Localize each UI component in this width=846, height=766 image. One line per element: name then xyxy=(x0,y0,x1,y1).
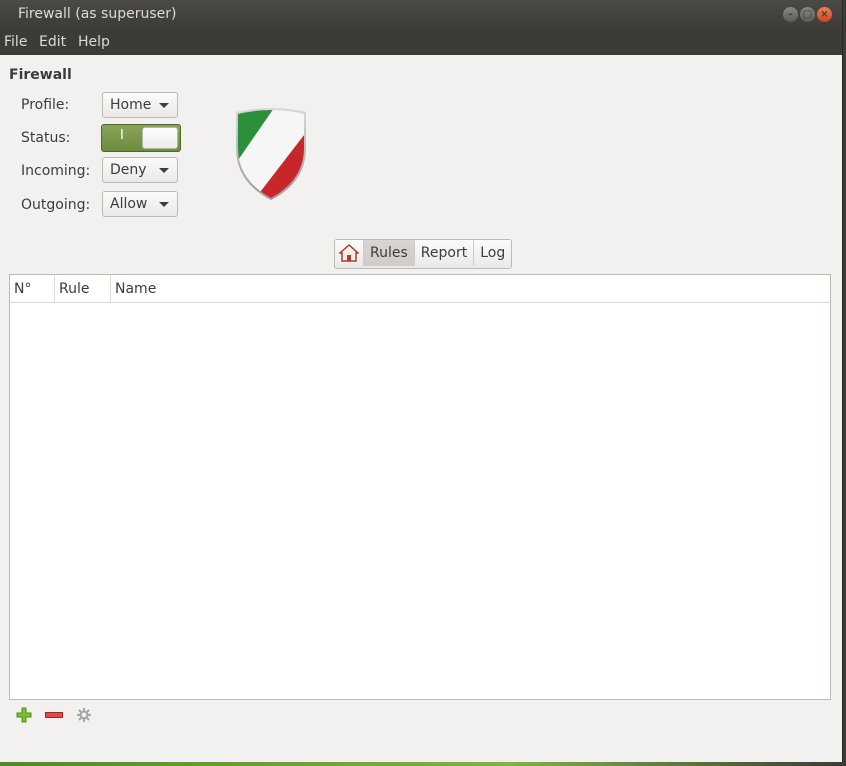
status-switch[interactable]: I xyxy=(101,124,181,152)
column-name[interactable]: Name xyxy=(111,275,830,302)
chevron-down-icon xyxy=(159,202,169,207)
window-title: Firewall (as superuser) xyxy=(18,6,177,22)
switch-on-indicator: I xyxy=(120,128,124,143)
incoming-value: Deny xyxy=(110,162,147,178)
status-label: Status: xyxy=(21,130,71,146)
column-number[interactable]: N° xyxy=(10,275,55,302)
menu-help[interactable]: Help xyxy=(78,34,110,50)
add-rule-button[interactable] xyxy=(15,706,33,724)
outgoing-value: Allow xyxy=(110,196,148,212)
add-icon xyxy=(16,707,32,723)
title-bar[interactable]: Firewall (as superuser) – □ × xyxy=(0,0,842,30)
profile-combo[interactable]: Home xyxy=(102,92,178,118)
gear-icon xyxy=(77,708,91,722)
incoming-combo[interactable]: Deny xyxy=(102,157,178,183)
close-button[interactable]: × xyxy=(817,7,832,22)
tab-log[interactable]: Log xyxy=(474,240,511,266)
outgoing-label: Outgoing: xyxy=(21,197,91,213)
tab-home[interactable] xyxy=(335,240,364,266)
incoming-label: Incoming: xyxy=(21,163,91,179)
column-rule[interactable]: Rule xyxy=(55,275,111,302)
rules-table[interactable]: N° Rule Name xyxy=(9,274,831,700)
edit-rule-button[interactable] xyxy=(75,706,93,724)
minimize-button[interactable]: – xyxy=(783,7,798,22)
remove-rule-button[interactable] xyxy=(45,706,63,724)
desktop-background xyxy=(0,762,846,766)
menu-bar: File Edit Help xyxy=(0,30,842,55)
home-icon xyxy=(339,244,359,262)
menu-file[interactable]: File xyxy=(4,34,27,50)
shield-icon xyxy=(236,108,306,200)
profile-value: Home xyxy=(110,97,152,113)
firewall-window: Firewall (as superuser) – □ × File Edit … xyxy=(0,0,843,763)
tab-report[interactable]: Report xyxy=(415,240,475,266)
switch-knob[interactable] xyxy=(142,127,178,149)
maximize-button[interactable]: □ xyxy=(800,7,815,22)
chevron-down-icon xyxy=(159,168,169,173)
tab-rules[interactable]: Rules xyxy=(364,240,415,266)
outgoing-combo[interactable]: Allow xyxy=(102,191,178,217)
remove-icon xyxy=(45,712,63,718)
view-tabs: Rules Report Log xyxy=(334,239,513,269)
chevron-down-icon xyxy=(159,103,169,108)
firewall-section-title: Firewall xyxy=(9,67,72,83)
menu-edit[interactable]: Edit xyxy=(39,34,66,50)
table-header: N° Rule Name xyxy=(10,275,830,303)
profile-label: Profile: xyxy=(21,97,70,113)
